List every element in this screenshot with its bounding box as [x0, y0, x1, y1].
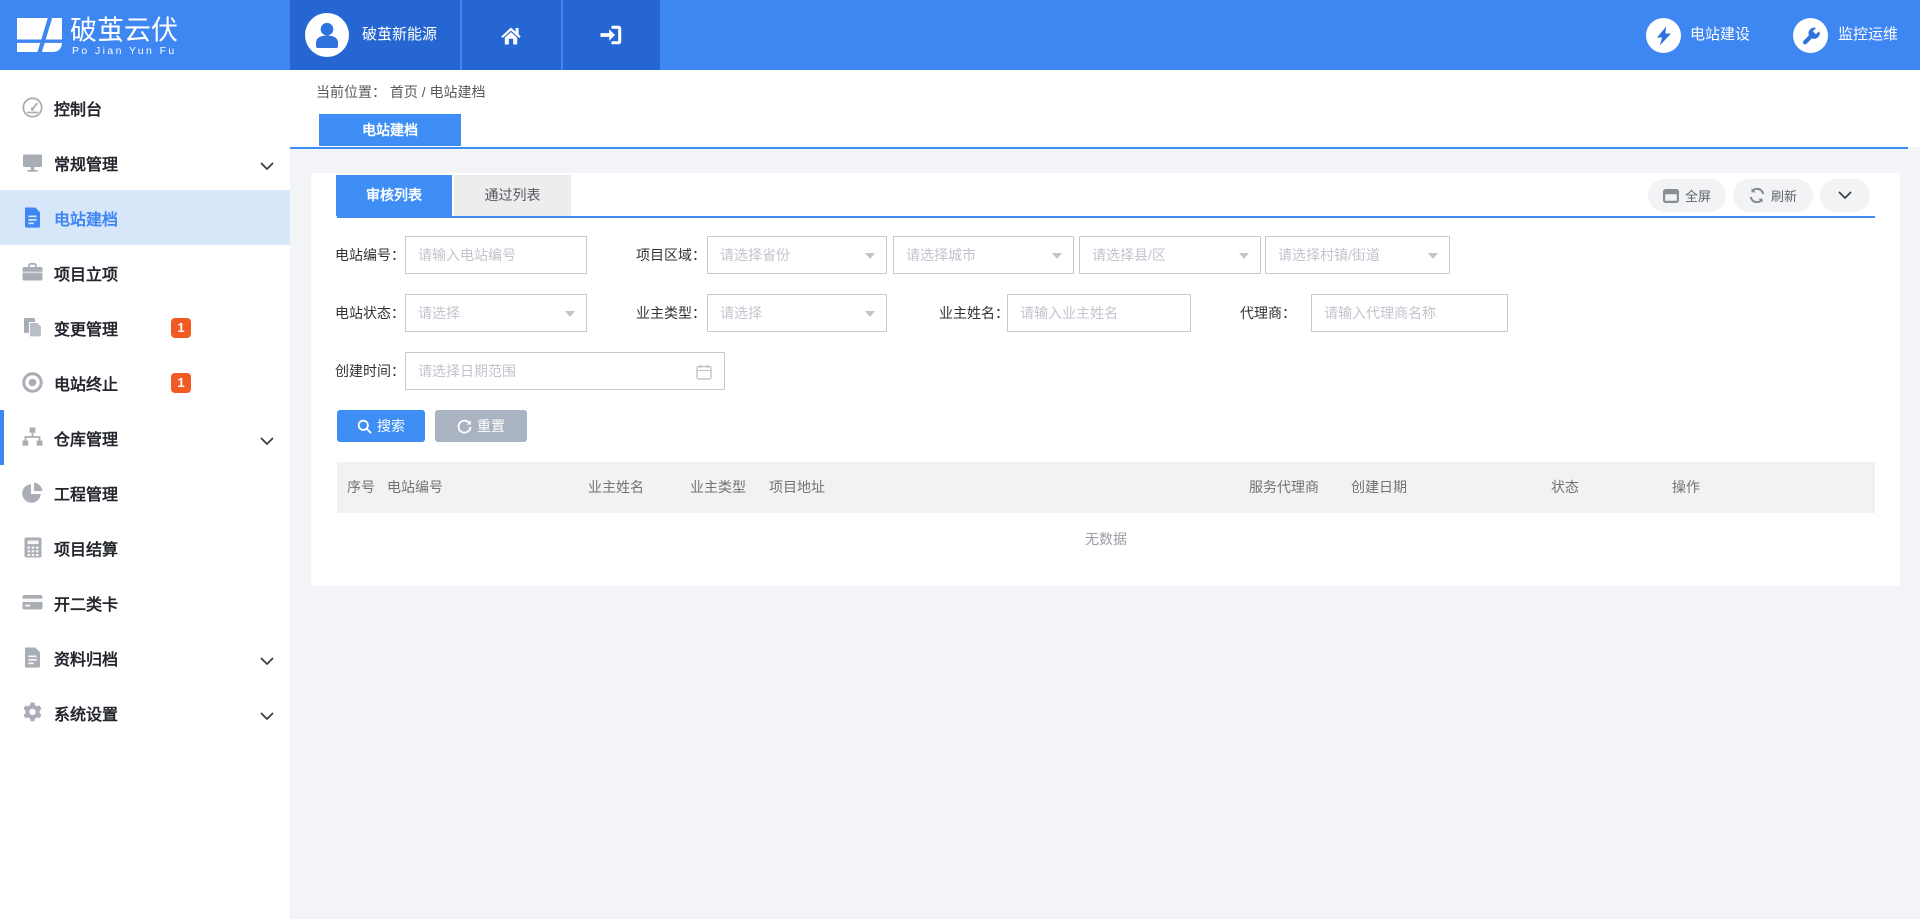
- svg-text:破茧云伏: 破茧云伏: [70, 16, 178, 46]
- svg-text:Po Jian Yun Fu: Po Jian Yun Fu: [72, 45, 177, 57]
